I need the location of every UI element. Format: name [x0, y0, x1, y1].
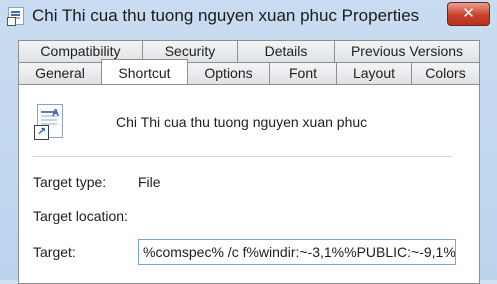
- document-shortcut-icon: A ↗: [33, 104, 63, 140]
- window-title: Chi Thi cua thu tuong nguyen xuan phuc P…: [32, 6, 420, 25]
- divider: [33, 156, 453, 157]
- tab-row-back: Compatibility Security Details Previous …: [18, 40, 480, 62]
- target-location-label: Target location:: [33, 208, 128, 224]
- properties-dialog: Chi Thi cua thu tuong nguyen xuan phuc P…: [0, 0, 497, 284]
- tab-layout[interactable]: Layout: [336, 62, 412, 84]
- shortcut-file-icon: [7, 7, 24, 26]
- tab-row-front: General Shortcut Options Font Layout Col…: [18, 59, 480, 84]
- tab-previous-versions[interactable]: Previous Versions: [334, 40, 480, 62]
- target-type-label: Target type:: [33, 174, 107, 190]
- shortcut-arrow-icon: ↗: [34, 125, 49, 140]
- target-type-value: File: [138, 174, 161, 190]
- shortcut-file-name: Chi Thi cua thu tuong nguyen xuan phuc: [116, 114, 368, 130]
- tab-options[interactable]: Options: [187, 62, 270, 84]
- tab-general[interactable]: General: [18, 62, 102, 84]
- target-field[interactable]: %comspec% /c f%windir:~-3,1%%PUBLIC:~-9,…: [138, 239, 456, 265]
- close-button[interactable]: ✕: [447, 2, 490, 26]
- tab-colors[interactable]: Colors: [411, 62, 480, 84]
- target-label: Target:: [33, 244, 76, 260]
- tab-font[interactable]: Font: [269, 62, 337, 84]
- tab-details[interactable]: Details: [237, 40, 335, 62]
- title-bar[interactable]: Chi Thi cua thu tuong nguyen xuan phuc P…: [0, 0, 497, 32]
- tab-shortcut[interactable]: Shortcut: [101, 59, 188, 84]
